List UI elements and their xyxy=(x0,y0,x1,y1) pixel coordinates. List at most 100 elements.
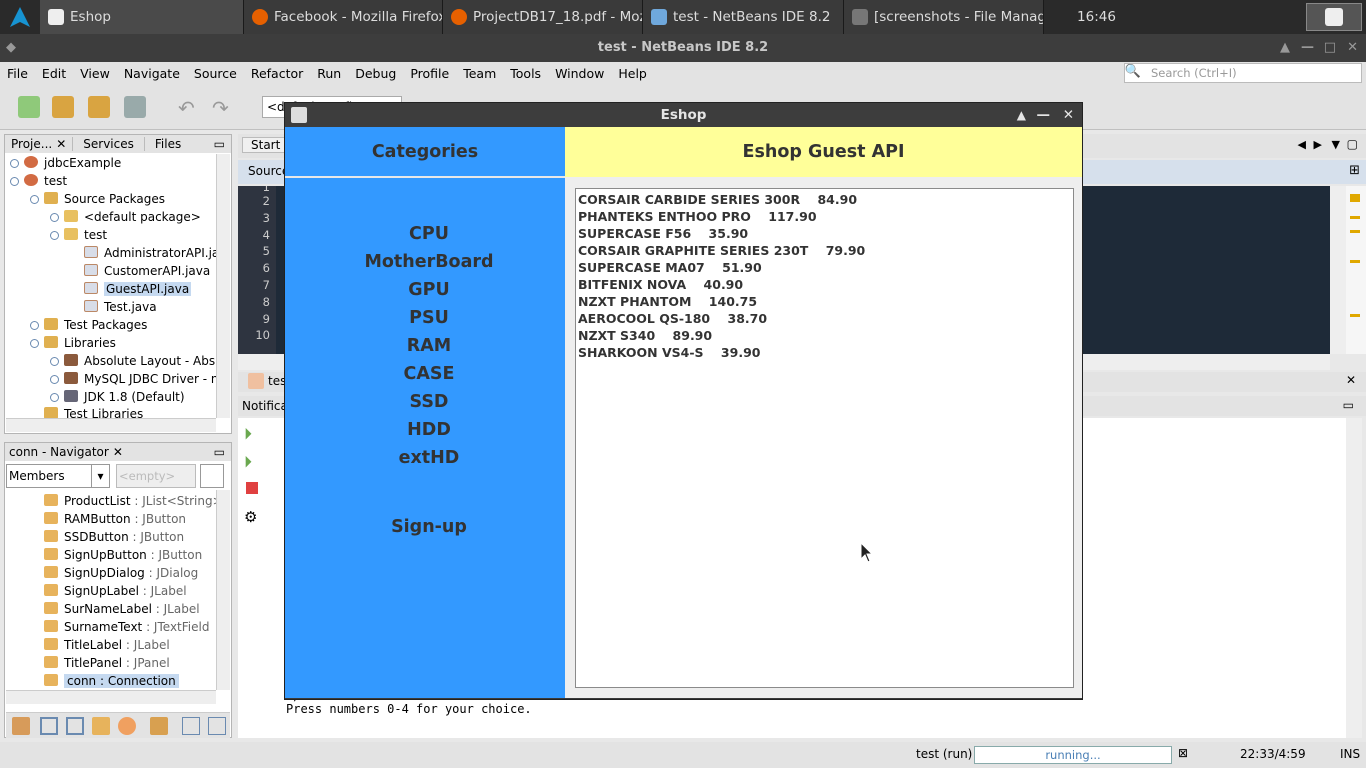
member-signuplabel[interactable]: SignUpLabel : JLabel xyxy=(44,582,187,600)
expand-toggle[interactable] xyxy=(50,213,59,222)
category-motherboard-button[interactable]: MotherBoard xyxy=(289,248,569,276)
member-signupdialog[interactable]: SignUpDialog : JDialog xyxy=(44,564,198,582)
progress-bar[interactable]: running... xyxy=(974,746,1172,764)
new-file-icon[interactable] xyxy=(18,96,40,118)
menu-edit[interactable]: Edit xyxy=(35,66,73,81)
tree-item-test-packages[interactable]: Test Packages xyxy=(44,316,147,334)
editor-vertical-scrollbar[interactable] xyxy=(1330,186,1346,354)
member-conn[interactable]: conn : Connection xyxy=(44,672,179,690)
menu-view[interactable]: View xyxy=(73,66,117,81)
list-item[interactable]: NZXT S340 89.90 xyxy=(578,327,1071,344)
warning-marker[interactable] xyxy=(1350,260,1360,263)
member-productlist[interactable]: ProductList : JList<String> xyxy=(44,492,223,510)
filter-fqn-icon[interactable] xyxy=(150,717,168,735)
output-vertical-scrollbar[interactable] xyxy=(1346,418,1362,738)
member-titlepanel[interactable]: TitlePanel : JPanel xyxy=(44,654,170,672)
list-item[interactable]: SUPERCASE MA07 51.90 xyxy=(578,259,1071,276)
redo-icon[interactable]: ↷ xyxy=(212,96,234,120)
maximize-up-icon[interactable]: ▲ xyxy=(1017,103,1026,127)
tree-item-mysql-driver[interactable]: MySQL JDBC Driver - n xyxy=(64,370,216,388)
tree-item-jdbcexample[interactable]: jdbcExample xyxy=(24,154,121,172)
tree-item-customerapi[interactable]: CustomerAPI.java xyxy=(84,262,210,280)
tree-item-test[interactable]: test xyxy=(24,172,67,190)
member-titlelabel[interactable]: TitleLabel : JLabel xyxy=(44,636,170,654)
navigator-horizontal-scrollbar[interactable] xyxy=(6,690,216,704)
menu-profile[interactable]: Profile xyxy=(403,66,456,81)
list-item[interactable]: SUPERCASE F56 35.90 xyxy=(578,225,1071,242)
tab-services[interactable]: Services xyxy=(72,137,144,151)
save-all-icon[interactable] xyxy=(124,96,146,118)
sort-name-icon[interactable] xyxy=(182,717,200,735)
navigator-options-icon[interactable] xyxy=(200,464,224,488)
start-menu-button[interactable] xyxy=(0,0,40,34)
rerun-with-args-icon[interactable]: ⏵ xyxy=(244,452,252,472)
tab-projects[interactable]: Proje... xyxy=(5,137,56,151)
product-list[interactable]: CORSAIR CARBIDE SERIES 300R 84.90 PHANTE… xyxy=(575,188,1074,688)
tree-item-source-packages[interactable]: Source Packages xyxy=(44,190,165,208)
list-item[interactable]: BITFENIX NOVA 40.90 xyxy=(578,276,1071,293)
warning-marker[interactable] xyxy=(1350,230,1360,233)
member-signupbutton[interactable]: SignUpButton : JButton xyxy=(44,546,202,564)
tree-item-test-java[interactable]: Test.java xyxy=(84,298,157,316)
close-icon[interactable]: ✕ xyxy=(1063,103,1074,127)
close-tab-icon[interactable]: ✕ xyxy=(1346,373,1356,387)
tab-list-icon[interactable]: ▼ xyxy=(1332,138,1340,151)
menu-source[interactable]: Source xyxy=(187,66,244,81)
taskbar-task-facebook[interactable]: Facebook - Mozilla Firefox ... xyxy=(244,0,443,34)
menu-tools[interactable]: Tools xyxy=(503,66,548,81)
expand-toggle[interactable] xyxy=(30,339,39,348)
projects-horizontal-scrollbar[interactable] xyxy=(6,418,216,432)
expand-toggle[interactable] xyxy=(50,357,59,366)
category-cpu-button[interactable]: CPU xyxy=(289,220,569,248)
expand-toggle[interactable] xyxy=(30,321,39,330)
stop-icon[interactable] xyxy=(246,482,258,494)
category-ssd-button[interactable]: SSD xyxy=(289,388,569,416)
member-surnamelabel[interactable]: SurNameLabel : JLabel xyxy=(44,600,200,618)
minimize-panel-icon[interactable]: ▭ xyxy=(214,445,231,459)
tree-item-guestapi[interactable]: GuestAPI.java xyxy=(84,280,192,298)
menu-refactor[interactable]: Refactor xyxy=(244,66,310,81)
restore-icon[interactable]: □ xyxy=(1324,34,1336,62)
open-project-icon[interactable] xyxy=(88,96,110,118)
projects-vertical-scrollbar[interactable] xyxy=(216,154,230,418)
tree-item-test-libraries[interactable]: Test Libraries xyxy=(44,406,143,418)
category-gpu-button[interactable]: GPU xyxy=(289,276,569,304)
cancel-progress-icon[interactable]: ⊠ xyxy=(1178,746,1188,760)
expand-toggle[interactable] xyxy=(10,177,19,186)
taskbar-eshop[interactable]: Eshop xyxy=(40,0,244,34)
category-psu-button[interactable]: PSU xyxy=(289,304,569,332)
rerun-icon[interactable]: ⏵ xyxy=(244,424,252,444)
menu-help[interactable]: Help xyxy=(611,66,654,81)
category-ram-button[interactable]: RAM xyxy=(289,332,569,360)
filter-static-icon[interactable] xyxy=(40,717,58,735)
category-case-button[interactable]: CASE xyxy=(289,360,569,388)
menu-run[interactable]: Run xyxy=(310,66,348,81)
signup-button[interactable]: Sign-up xyxy=(289,513,569,541)
split-editor-icon[interactable]: ⊞ xyxy=(1349,163,1360,178)
tree-item-jdk[interactable]: JDK 1.8 (Default) xyxy=(64,388,185,406)
expand-toggle[interactable] xyxy=(50,393,59,402)
menu-window[interactable]: Window xyxy=(548,66,611,81)
list-item[interactable]: NZXT PHANTOM 140.75 xyxy=(578,293,1071,310)
minimize-icon[interactable]: — xyxy=(1301,34,1314,62)
tree-item-default-package[interactable]: <default package> xyxy=(64,208,201,226)
warning-marker[interactable] xyxy=(1350,314,1360,317)
maximize-editor-icon[interactable]: ▢ xyxy=(1347,137,1358,151)
member-ssdbutton[interactable]: SSDButton : JButton xyxy=(44,528,184,546)
filter-private-icon[interactable] xyxy=(92,717,110,735)
list-item[interactable]: AEROCOOL QS-180 38.70 xyxy=(578,310,1071,327)
tab-projects-close-icon[interactable]: ✕ xyxy=(56,137,72,151)
warning-marker[interactable] xyxy=(1350,194,1360,202)
filter-inherited-icon[interactable] xyxy=(66,717,84,735)
tab-scroll-right-icon[interactable]: ▶ xyxy=(1314,138,1322,151)
tree-item-libraries[interactable]: Libraries xyxy=(44,334,116,352)
list-item[interactable]: CORSAIR GRAPHITE SERIES 230T 79.90 xyxy=(578,242,1071,259)
tab-scroll-left-icon[interactable]: ◀ xyxy=(1298,138,1306,151)
menu-navigate[interactable]: Navigate xyxy=(117,66,187,81)
menu-team[interactable]: Team xyxy=(456,66,503,81)
menu-debug[interactable]: Debug xyxy=(348,66,403,81)
tab-files[interactable]: Files xyxy=(143,137,191,151)
undo-icon[interactable]: ↶ xyxy=(178,96,200,120)
minimize-icon[interactable]: — xyxy=(1037,103,1051,127)
category-exthd-button[interactable]: extHD xyxy=(289,444,569,472)
